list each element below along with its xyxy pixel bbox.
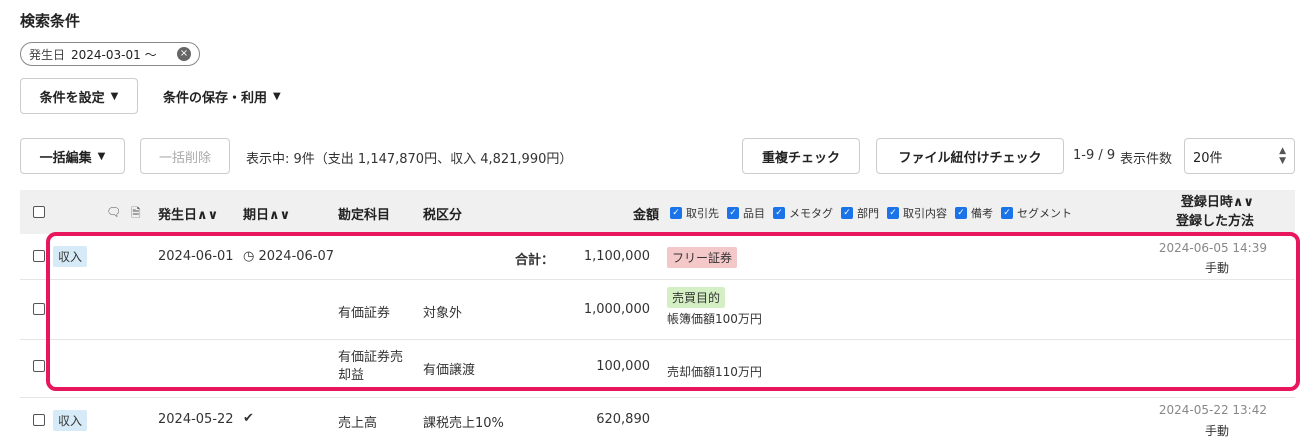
- select-all-checkbox[interactable]: [33, 206, 45, 218]
- checkbox-checked[interactable]: ✓: [841, 207, 853, 219]
- updown-arrow-icon: ▲ ▼: [1279, 146, 1286, 166]
- column-option-item[interactable]: ✓ 品目: [727, 205, 765, 221]
- sort-icon: ∧∨: [1232, 195, 1254, 210]
- type-badge: 収入: [53, 410, 88, 431]
- column-option-partner[interactable]: ✓ 取引先: [670, 205, 719, 221]
- column-option-label: 取引内容: [903, 207, 947, 220]
- highlight-box: [46, 232, 1300, 391]
- set-conditions-button[interactable]: 条件を設定 ▼: [20, 78, 138, 114]
- row-checkbox[interactable]: [33, 414, 45, 426]
- chevron-down-icon: ▼: [97, 150, 106, 162]
- column-option-label: メモタグ: [789, 207, 833, 220]
- column-option-description[interactable]: ✓ 取引内容: [887, 205, 947, 221]
- header-due-label: 期日: [243, 208, 270, 223]
- row-reg-time: 2024-05-22 13:42: [1158, 403, 1267, 417]
- caret-down-icon: ▼: [273, 90, 281, 102]
- check-icon: ✔: [243, 411, 254, 426]
- chip-value: 2024-03-01 〜: [71, 47, 157, 62]
- row-date: 2024-05-22: [158, 412, 234, 427]
- sort-icon: ∧∨: [269, 208, 291, 223]
- checkbox-checked[interactable]: ✓: [1001, 207, 1013, 219]
- header-method-label: 登録した方法: [1175, 214, 1254, 229]
- header-date-label: 発生日: [158, 208, 198, 223]
- row-reg-method: 手動: [1204, 424, 1229, 438]
- checkbox-checked[interactable]: ✓: [773, 207, 785, 219]
- set-conditions-label: 条件を設定: [39, 90, 105, 106]
- file-link-check-button[interactable]: ファイル紐付けチェック: [876, 138, 1064, 174]
- header-amount: 金額: [633, 208, 660, 223]
- status-summary: 表示中: 9件（支出 1,147,870円、収入 4,821,990円）: [246, 152, 573, 167]
- row-checkbox[interactable]: [33, 250, 45, 262]
- page-range: 1-9 / 9: [1073, 148, 1116, 163]
- close-icon[interactable]: ×: [177, 47, 191, 61]
- checkbox-checked[interactable]: ✓: [955, 207, 967, 219]
- header-tax: 税区分: [423, 208, 463, 223]
- bulk-edit-button[interactable]: 一括編集 ▼: [20, 138, 125, 174]
- per-page-select[interactable]: 20件 ▲ ▼: [1184, 138, 1295, 174]
- column-option-label: 取引先: [686, 207, 719, 220]
- header-date[interactable]: 発生日∧∨: [158, 204, 218, 223]
- row-account: 売上高: [338, 416, 378, 431]
- document-icon: 🗎: [131, 206, 141, 220]
- column-option-note[interactable]: ✓ 備考: [955, 205, 993, 221]
- row-checkbox[interactable]: [33, 360, 45, 372]
- row-amount: 620,890: [596, 412, 650, 427]
- column-option-department[interactable]: ✓ 部門: [841, 205, 879, 221]
- chevron-down-icon: ▼: [110, 90, 119, 102]
- column-option-label: 品目: [743, 207, 765, 220]
- header-account: 勘定科目: [338, 208, 391, 223]
- duplicate-check-button[interactable]: 重複チェック: [742, 138, 860, 174]
- chip-label: 発生日: [29, 47, 66, 62]
- column-options: ✓ 取引先 ✓ 品目 ✓ メモタグ ✓ 部門 ✓ 取引内容 ✓ 備考 ✓ セグメント: [670, 205, 1072, 221]
- per-page-value: 20件: [1193, 150, 1223, 166]
- save-use-conditions-button[interactable]: 条件の保存・利用 ▼: [163, 78, 281, 114]
- column-option-memo-tag[interactable]: ✓ メモタグ: [773, 205, 833, 221]
- column-option-label: 備考: [971, 207, 993, 220]
- row-divider: [20, 397, 1295, 398]
- header-due[interactable]: 期日∧∨: [243, 204, 290, 223]
- column-option-label: セグメント: [1017, 207, 1072, 220]
- date-filter-chip[interactable]: 発生日 2024-03-01 〜 ×: [20, 42, 200, 66]
- checkbox-checked[interactable]: ✓: [887, 207, 899, 219]
- column-option-segment[interactable]: ✓ セグメント: [1001, 205, 1072, 221]
- checkbox-checked[interactable]: ✓: [727, 207, 739, 219]
- bulk-edit-label: 一括編集: [39, 150, 92, 166]
- save-use-label: 条件の保存・利用: [163, 90, 268, 106]
- column-option-label: 部門: [857, 207, 879, 220]
- header-registered[interactable]: 登録日時∧∨ 登録した方法: [1150, 193, 1254, 231]
- sort-icon: ∧∨: [197, 208, 219, 223]
- row-checkbox[interactable]: [33, 303, 45, 315]
- header-registered-label: 登録日時: [1180, 195, 1233, 210]
- checkbox-checked[interactable]: ✓: [670, 207, 682, 219]
- search-conditions-heading: 検索条件: [20, 12, 81, 30]
- row-tax: 課税売上10%: [423, 416, 504, 431]
- bulk-delete-button[interactable]: 一括削除: [140, 138, 230, 174]
- per-page-label: 表示件数: [1120, 152, 1173, 167]
- comment-icon: 🗨: [106, 205, 122, 219]
